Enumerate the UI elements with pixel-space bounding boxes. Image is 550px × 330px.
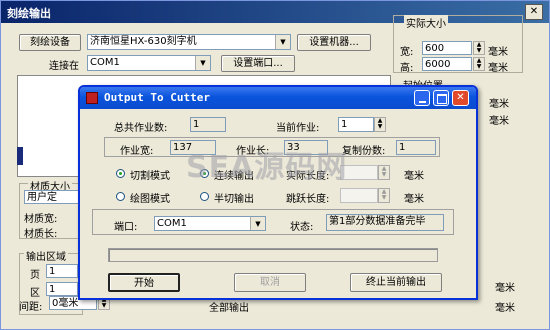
watermark-text: SEA源码网 (186, 150, 348, 185)
status-field: 第1部分数据准备完毕 (326, 214, 444, 231)
area-label: 区 (30, 288, 40, 299)
output-area-heading: 输出区域 (24, 248, 68, 263)
connect-label: 连接在 (49, 61, 79, 72)
jump-length-unit: 毫米 (404, 194, 424, 205)
copies-label: 复制份数: (342, 146, 386, 157)
port-select[interactable]: COM1 ▼ (87, 55, 211, 71)
chevron-down-icon[interactable]: ▼ (195, 56, 210, 70)
position-unit-1: 毫米 (489, 99, 509, 110)
actual-size-group: 实际大小 宽: 600 ▲ ▼ 毫米 高: 6000 ▲ ▼ 毫米 (393, 15, 523, 74)
jump-length-spinner[interactable]: ▲ ▼ (378, 188, 390, 203)
status-label: 状态: (290, 222, 314, 233)
main-close-button[interactable]: ✕ (525, 4, 543, 20)
spacing-label: 间距: (19, 302, 43, 313)
width-unit: 毫米 (488, 47, 508, 58)
height-spinner[interactable]: ▲ ▼ (473, 57, 485, 71)
actual-length-unit: 毫米 (404, 171, 424, 182)
chevron-down-icon[interactable]: ▼ (275, 35, 290, 49)
job-width-label: 作业宽: (120, 146, 154, 157)
total-jobs-label: 总共作业数: (114, 123, 168, 134)
jump-length-field[interactable] (340, 188, 378, 203)
actual-size-heading: 实际大小 (404, 15, 448, 30)
material-size-group: 材质大小 用户定 材质宽: 材质长: (19, 178, 87, 240)
dialog-titlebar: Output To Cutter ✕ (80, 87, 476, 109)
cut-mode-label: 切割模式 (130, 171, 170, 182)
page-field[interactable]: 1 (46, 264, 78, 278)
dialog-port-select[interactable]: COM1 ▼ (154, 216, 266, 231)
setup-machine-button[interactable]: 设置机器... (297, 34, 371, 51)
dialog-title: Output To Cutter (104, 91, 210, 104)
cancel-button[interactable]: 取消 (234, 273, 306, 292)
minimize-icon (419, 101, 426, 103)
stop-output-button[interactable]: 终止当前输出 (350, 273, 442, 292)
port-label: 端口: (114, 222, 138, 233)
page-label: 页 (30, 270, 40, 281)
minimize-button[interactable] (414, 90, 430, 106)
main-window-title: 刻绘输出 (7, 7, 51, 20)
preview-marker (17, 147, 23, 165)
close-icon: ✕ (456, 92, 465, 103)
draw-mode-label: 绘图模式 (130, 194, 170, 205)
maximize-icon (437, 94, 447, 104)
start-button[interactable]: 开始 (108, 273, 180, 292)
maximize-button[interactable] (433, 90, 449, 106)
material-width-label: 材质宽: (24, 214, 58, 225)
height-unit: 毫米 (488, 63, 508, 74)
material-length-label: 材质长: (24, 229, 58, 240)
port-select-value: COM1 (90, 57, 120, 68)
close-icon: ✕ (529, 6, 539, 17)
progress-bar (108, 248, 438, 262)
area-field[interactable]: 1 (46, 282, 78, 296)
bottom-unit-1: 毫米 (495, 283, 515, 294)
half-cut-label: 半切输出 (214, 194, 254, 205)
current-job-label: 当前作业: (276, 123, 320, 134)
bottom-unit-2: 毫米 (495, 303, 515, 314)
app-icon (86, 92, 98, 104)
current-job-spinner[interactable]: ▲ ▼ (374, 117, 386, 132)
width-label: 宽: (400, 47, 414, 58)
output-all-label: 全部输出 (209, 303, 249, 314)
copies-field: 1 (396, 140, 436, 155)
height-field[interactable]: 6000 (422, 57, 472, 71)
cut-mode-radio[interactable] (116, 169, 125, 178)
current-job-field[interactable]: 1 (338, 117, 374, 132)
width-field[interactable]: 600 (422, 41, 472, 55)
chevron-down-icon[interactable]: ▼ (250, 217, 265, 230)
actual-length-spinner[interactable]: ▲ ▼ (378, 165, 390, 180)
total-jobs-field: 1 (190, 117, 226, 132)
plotter-select-value: 济南恒星HX-630刻字机 (90, 36, 197, 47)
plotter-device-button[interactable]: 刻绘设备 (19, 34, 81, 51)
material-preset-select[interactable]: 用户定 (24, 190, 80, 204)
half-cut-radio[interactable] (200, 192, 209, 201)
height-label: 高: (400, 63, 414, 74)
jump-length-label: 跳跃长度: (286, 194, 330, 205)
output-to-cutter-dialog: Output To Cutter ✕ 总共作业数: 1 当前作业: 1 ▲ ▼ 作… (78, 85, 478, 300)
plotter-select[interactable]: 济南恒星HX-630刻字机 ▼ (87, 34, 291, 50)
setup-port-button[interactable]: 设置端口... (221, 55, 295, 72)
width-spinner[interactable]: ▲ ▼ (473, 41, 485, 55)
draw-mode-radio[interactable] (116, 192, 125, 201)
position-unit-2: 毫米 (489, 116, 509, 127)
dialog-close-button[interactable]: ✕ (452, 90, 469, 106)
